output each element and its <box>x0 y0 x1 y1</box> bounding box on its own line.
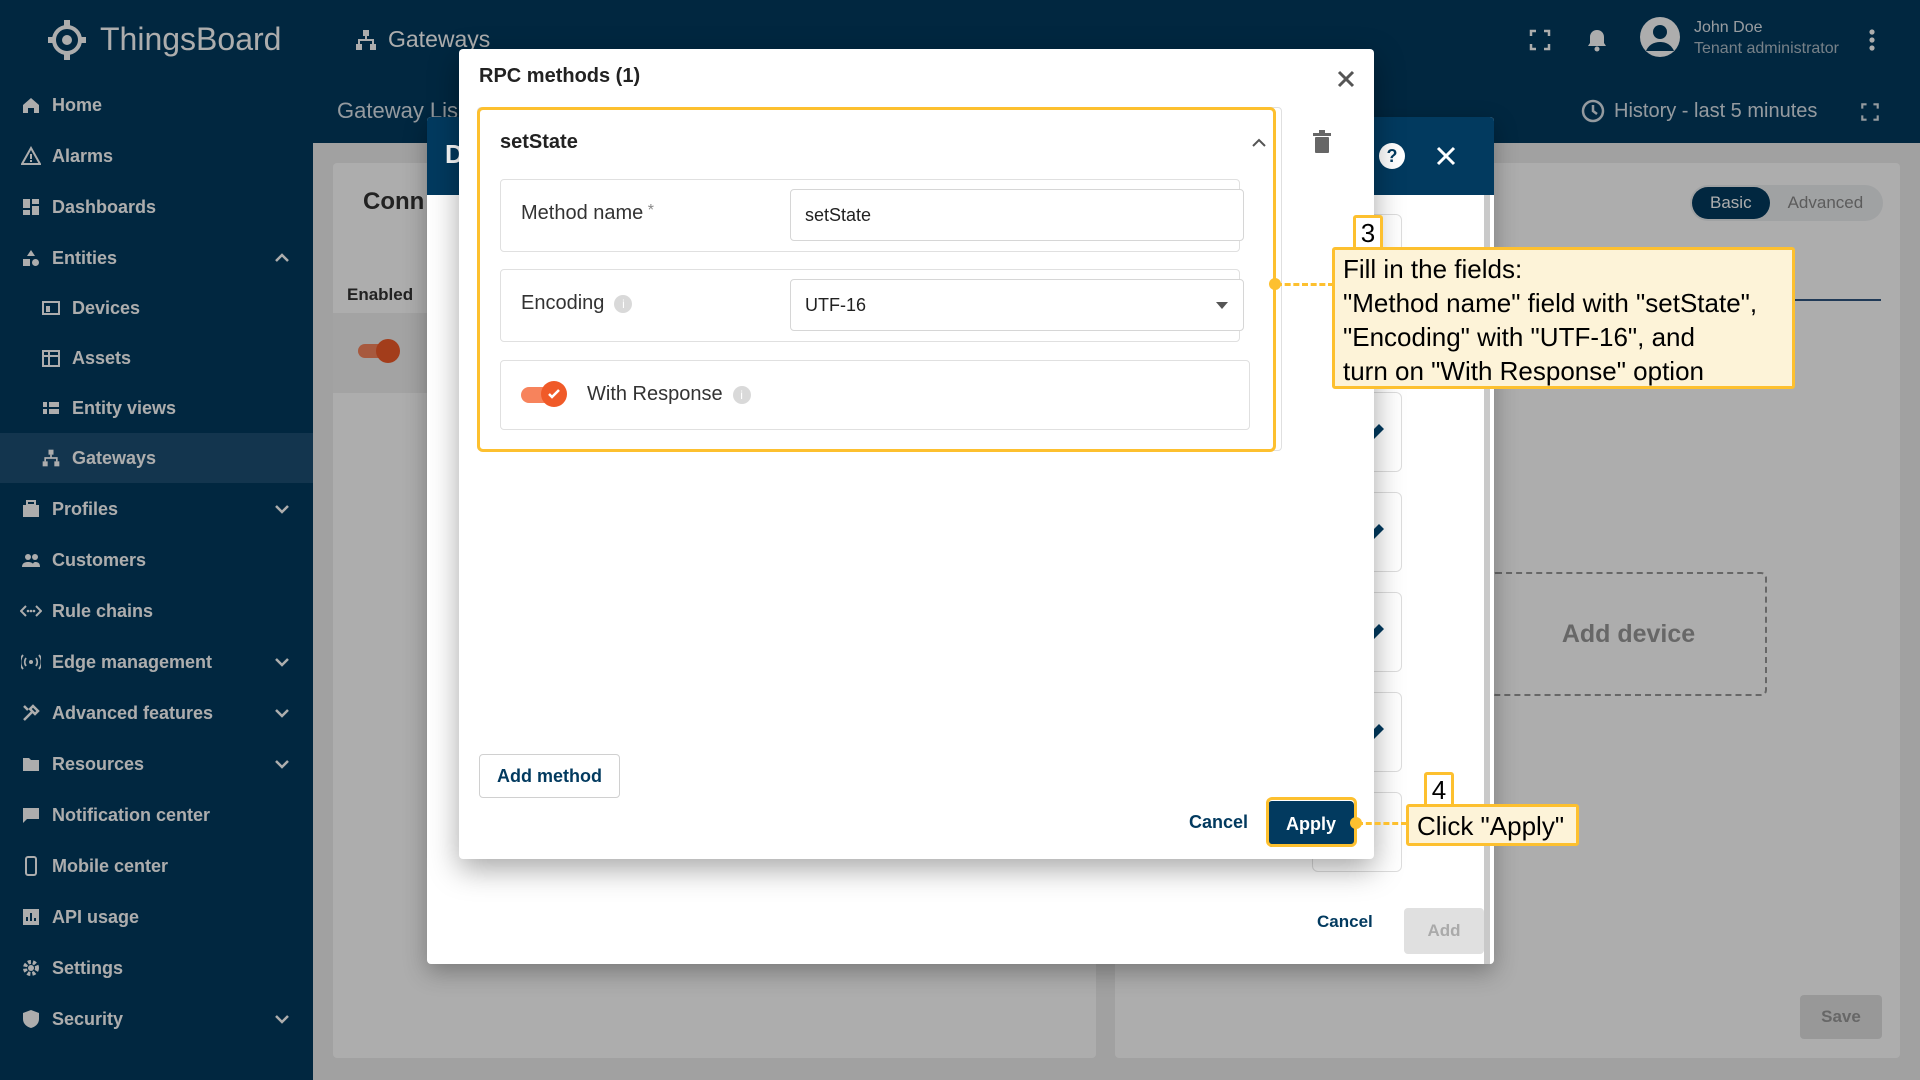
step4-number: 4 <box>1424 772 1454 808</box>
svg-text:?: ? <box>1387 146 1398 166</box>
step3-callout: Fill in the fields: "Method name" field … <box>1332 247 1795 389</box>
step4-highlight <box>1266 797 1357 847</box>
add-method-button[interactable]: Add method <box>479 754 620 798</box>
cancel-button[interactable]: Cancel <box>1317 912 1373 932</box>
help-icon[interactable]: ? <box>1377 141 1407 171</box>
step3-text-line: Fill in the fields: <box>1343 254 1523 284</box>
step3-text-line: turn on "With Response" option <box>1343 356 1704 386</box>
step3-connector <box>1276 283 1334 286</box>
step3-text-line: "Encoding" with "UTF-16", and <box>1343 322 1695 352</box>
step3-number: 3 <box>1353 215 1383 251</box>
close-icon[interactable] <box>1431 141 1461 171</box>
close-icon[interactable] <box>1334 67 1358 91</box>
dialog-title: RPC methods (1) <box>479 65 641 87</box>
delete-trash-icon[interactable] <box>1309 129 1335 155</box>
step4-callout: Click "Apply" <box>1406 804 1579 846</box>
step4-connector-dot <box>1350 817 1362 829</box>
step3-highlight <box>477 107 1276 452</box>
add-button[interactable]: Add <box>1404 908 1484 954</box>
step4-connector <box>1357 822 1407 825</box>
step3-text-line: "Method name" field with "setState", <box>1343 288 1758 318</box>
cancel-button[interactable]: Cancel <box>1189 812 1248 833</box>
step3-connector-dot <box>1269 278 1281 290</box>
